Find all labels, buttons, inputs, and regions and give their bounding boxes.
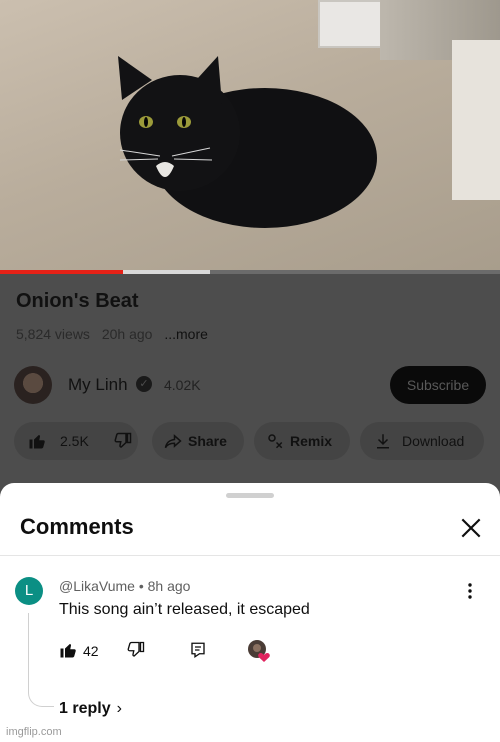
watch-page-details: Onion's Beat 5,824 views 20h ago ...more… [0, 274, 500, 504]
comment-author[interactable]: @LikaVume [59, 578, 135, 594]
comments-sheet: Comments L @LikaVume • 8h ago This song … [0, 483, 500, 742]
download-label: Download [402, 433, 465, 449]
upload-age: 20h ago [101, 326, 153, 342]
comment-time: 8h ago [147, 578, 191, 594]
replies-label: 1 reply [59, 700, 111, 717]
comment-avatar[interactable]: L [15, 577, 43, 605]
subscriber-count: 4.02K [164, 377, 201, 393]
reply-icon[interactable] [189, 641, 207, 659]
video-title: Onion's Beat [16, 290, 139, 312]
cat-image [118, 56, 377, 228]
channel-row: My Linh ✓ 4.02K Subscribe [14, 366, 486, 406]
close-icon[interactable] [458, 515, 484, 541]
drag-handle[interactable] [226, 493, 274, 498]
comments-title: Comments [20, 514, 134, 539]
comment-like-count: 42 [83, 643, 99, 659]
thumbs-down-icon[interactable] [114, 432, 132, 450]
share-button[interactable]: Share [152, 422, 244, 460]
video-player[interactable] [0, 0, 500, 272]
channel-name[interactable]: My Linh [68, 375, 128, 395]
comment-actions: 42 [59, 639, 299, 663]
thumbs-up-icon[interactable] [28, 432, 46, 450]
comment-header: @LikaVume • 8h ago [59, 578, 190, 594]
creator-heart-avatar [248, 640, 270, 662]
watermark: imgflip.com [6, 726, 62, 738]
subscribe-button[interactable]: Subscribe [390, 366, 486, 404]
separator-dot: • [138, 578, 148, 594]
more-link[interactable]: ...more [164, 326, 208, 342]
remix-icon [268, 434, 283, 449]
share-label: Share [188, 433, 227, 449]
download-button[interactable]: Download [360, 422, 484, 460]
remix-button[interactable]: Remix [254, 422, 350, 460]
video-meta[interactable]: 5,824 views 20h ago ...more [16, 326, 216, 342]
action-bar: 2.5K Share Remix Download [14, 422, 500, 460]
more-vert-icon[interactable] [466, 582, 474, 600]
thumbs-up-icon[interactable] [59, 641, 77, 659]
like-count: 2.5K [60, 433, 89, 449]
view-count: 5,824 views [16, 326, 90, 342]
chevron-right-icon: › [116, 700, 122, 717]
download-icon [377, 434, 389, 449]
view-replies-button[interactable]: 1 reply › [59, 700, 122, 718]
share-icon [164, 434, 182, 449]
verified-icon: ✓ [136, 376, 152, 392]
thumbs-down-icon[interactable] [127, 641, 145, 659]
divider [0, 555, 500, 556]
channel-avatar[interactable] [14, 366, 52, 404]
remix-label: Remix [290, 433, 333, 449]
comment-text: This song ain’t released, it escaped [59, 601, 310, 618]
like-dislike-chip: 2.5K [14, 422, 138, 460]
background-door [452, 40, 500, 200]
reply-thread-line [28, 613, 54, 707]
